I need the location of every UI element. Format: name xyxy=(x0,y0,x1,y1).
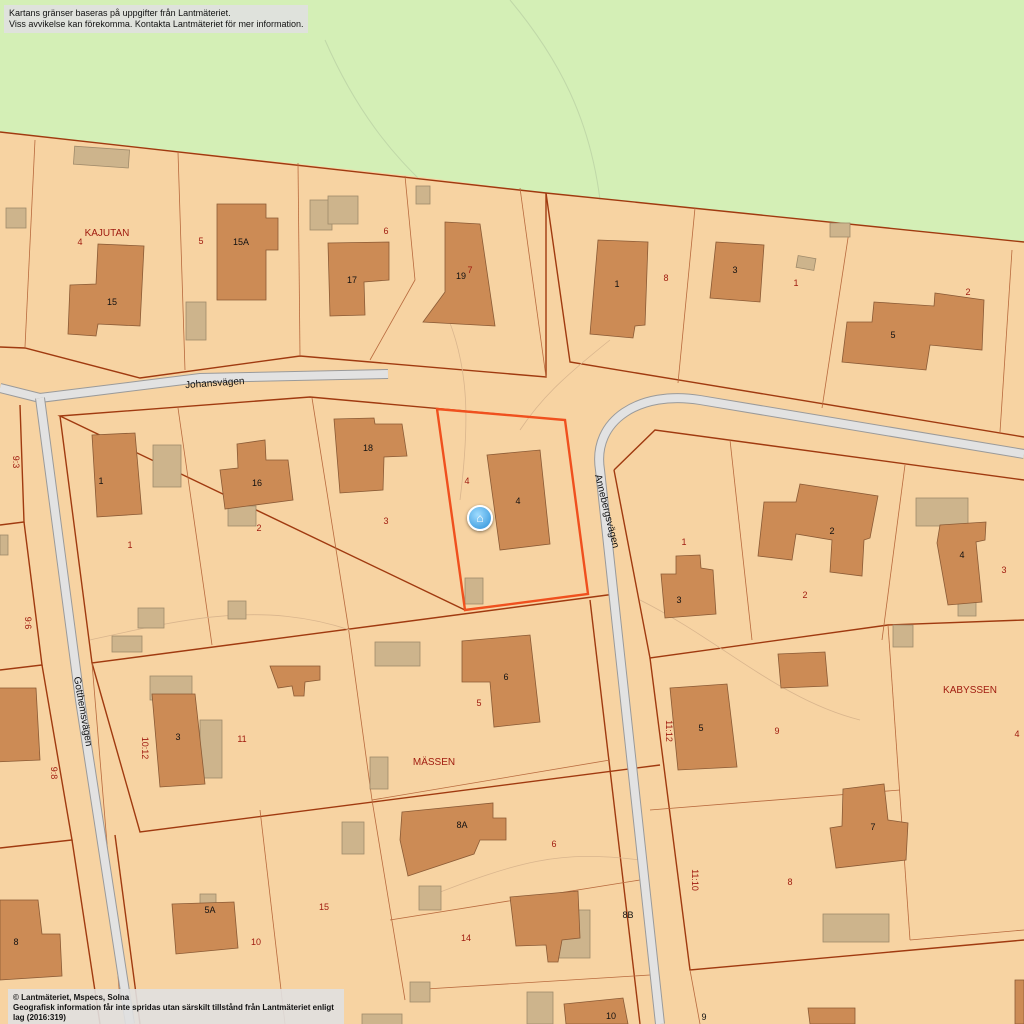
property-map[interactable]: Johansvägen Annebergsvägen Gotthemsvägen… xyxy=(0,0,1024,1024)
copyright-line-2: Geografisk information får inte spridas … xyxy=(13,1003,334,1022)
parcel-number: 10:12 xyxy=(140,737,150,760)
building-number: 17 xyxy=(347,275,357,285)
area-label-massen: MÄSSEN xyxy=(413,756,455,768)
building-number: 4 xyxy=(959,550,964,560)
home-icon[interactable]: ⌂ xyxy=(467,505,493,531)
parcel-number: 5 xyxy=(198,236,203,246)
parcel-number: 8 xyxy=(787,877,792,887)
parcel-number: 2 xyxy=(256,523,261,533)
parcel-number: 2 xyxy=(965,287,970,297)
building-number: 8 xyxy=(13,937,18,947)
parcel-number: 5 xyxy=(476,698,481,708)
building-number: 10 xyxy=(606,1011,616,1021)
building-number: 1 xyxy=(98,476,103,486)
parcel-number: 1 xyxy=(793,278,798,288)
parcel-number: 11 xyxy=(237,734,246,744)
area-label-kabyssen: KABYSSEN xyxy=(943,685,997,696)
area-label-kajutan: KAJUTAN xyxy=(85,228,130,239)
parcel-number: 9 xyxy=(774,726,779,736)
parcel-number: 9:8 xyxy=(49,767,59,780)
parcel-number-selected: 4 xyxy=(464,476,469,486)
parcel-number: 3 xyxy=(1001,565,1006,575)
building-number: 7 xyxy=(870,822,875,832)
map-disclaimer: Kartans gränser baseras på uppgifter frå… xyxy=(4,5,309,33)
building-number: 15A xyxy=(233,237,249,247)
building-number: 8A xyxy=(456,820,467,830)
parcel-number: 6 xyxy=(551,839,556,849)
disclaimer-line-2: Viss avvikelse kan förekomma. Kontakta L… xyxy=(9,19,304,29)
parcel-number: 11:12 xyxy=(664,720,674,742)
parcel-number: 9 xyxy=(701,1012,706,1022)
parcel-number: 7 xyxy=(467,265,472,275)
parcel-number: 2 xyxy=(802,590,807,600)
building-number: 2 xyxy=(829,526,834,536)
parcel-number: 1 xyxy=(681,537,686,547)
parcel-number: 1 xyxy=(127,540,132,550)
parcel-number: 4 xyxy=(77,237,82,247)
building-number: 5 xyxy=(890,330,895,340)
building-number: 5 xyxy=(698,723,703,733)
building-number: 6 xyxy=(503,672,508,682)
building-number: 5A xyxy=(204,905,215,915)
building-number: 8B xyxy=(622,910,633,920)
disclaimer-line-1: Kartans gränser baseras på uppgifter frå… xyxy=(9,8,231,18)
parcel-number: 4 xyxy=(1014,729,1019,739)
parcel-number: 11:10 xyxy=(690,869,700,891)
parcel-number: 8 xyxy=(663,273,668,283)
map-canvas[interactable]: Johansvägen Annebergsvägen Gotthemsvägen… xyxy=(0,0,1024,1024)
building-number: 16 xyxy=(252,478,262,488)
building-number: 3 xyxy=(732,265,737,275)
building-number: 3 xyxy=(175,732,180,742)
copyright-line-1: © Lantmäteriet, Mspecs, Solna xyxy=(13,993,130,1002)
parcel-number: 14 xyxy=(461,933,471,943)
building-number: 19 xyxy=(456,271,466,281)
parcel-number: 15 xyxy=(319,902,329,912)
building-number: 15 xyxy=(107,297,117,307)
parcel-number: 9:3 xyxy=(11,456,21,469)
building-number: 3 xyxy=(676,595,681,605)
building-number: 1 xyxy=(614,279,619,289)
parcel-number: 9:6 xyxy=(23,617,33,630)
building-number: 18 xyxy=(363,443,373,453)
parcel-number: 10 xyxy=(251,937,261,947)
parcel-number: 6 xyxy=(383,226,388,236)
parcel-number: 3 xyxy=(383,516,388,526)
map-copyright: © Lantmäteriet, Mspecs, Solna Geografisk… xyxy=(8,989,344,1024)
building-number: 4 xyxy=(515,496,520,506)
